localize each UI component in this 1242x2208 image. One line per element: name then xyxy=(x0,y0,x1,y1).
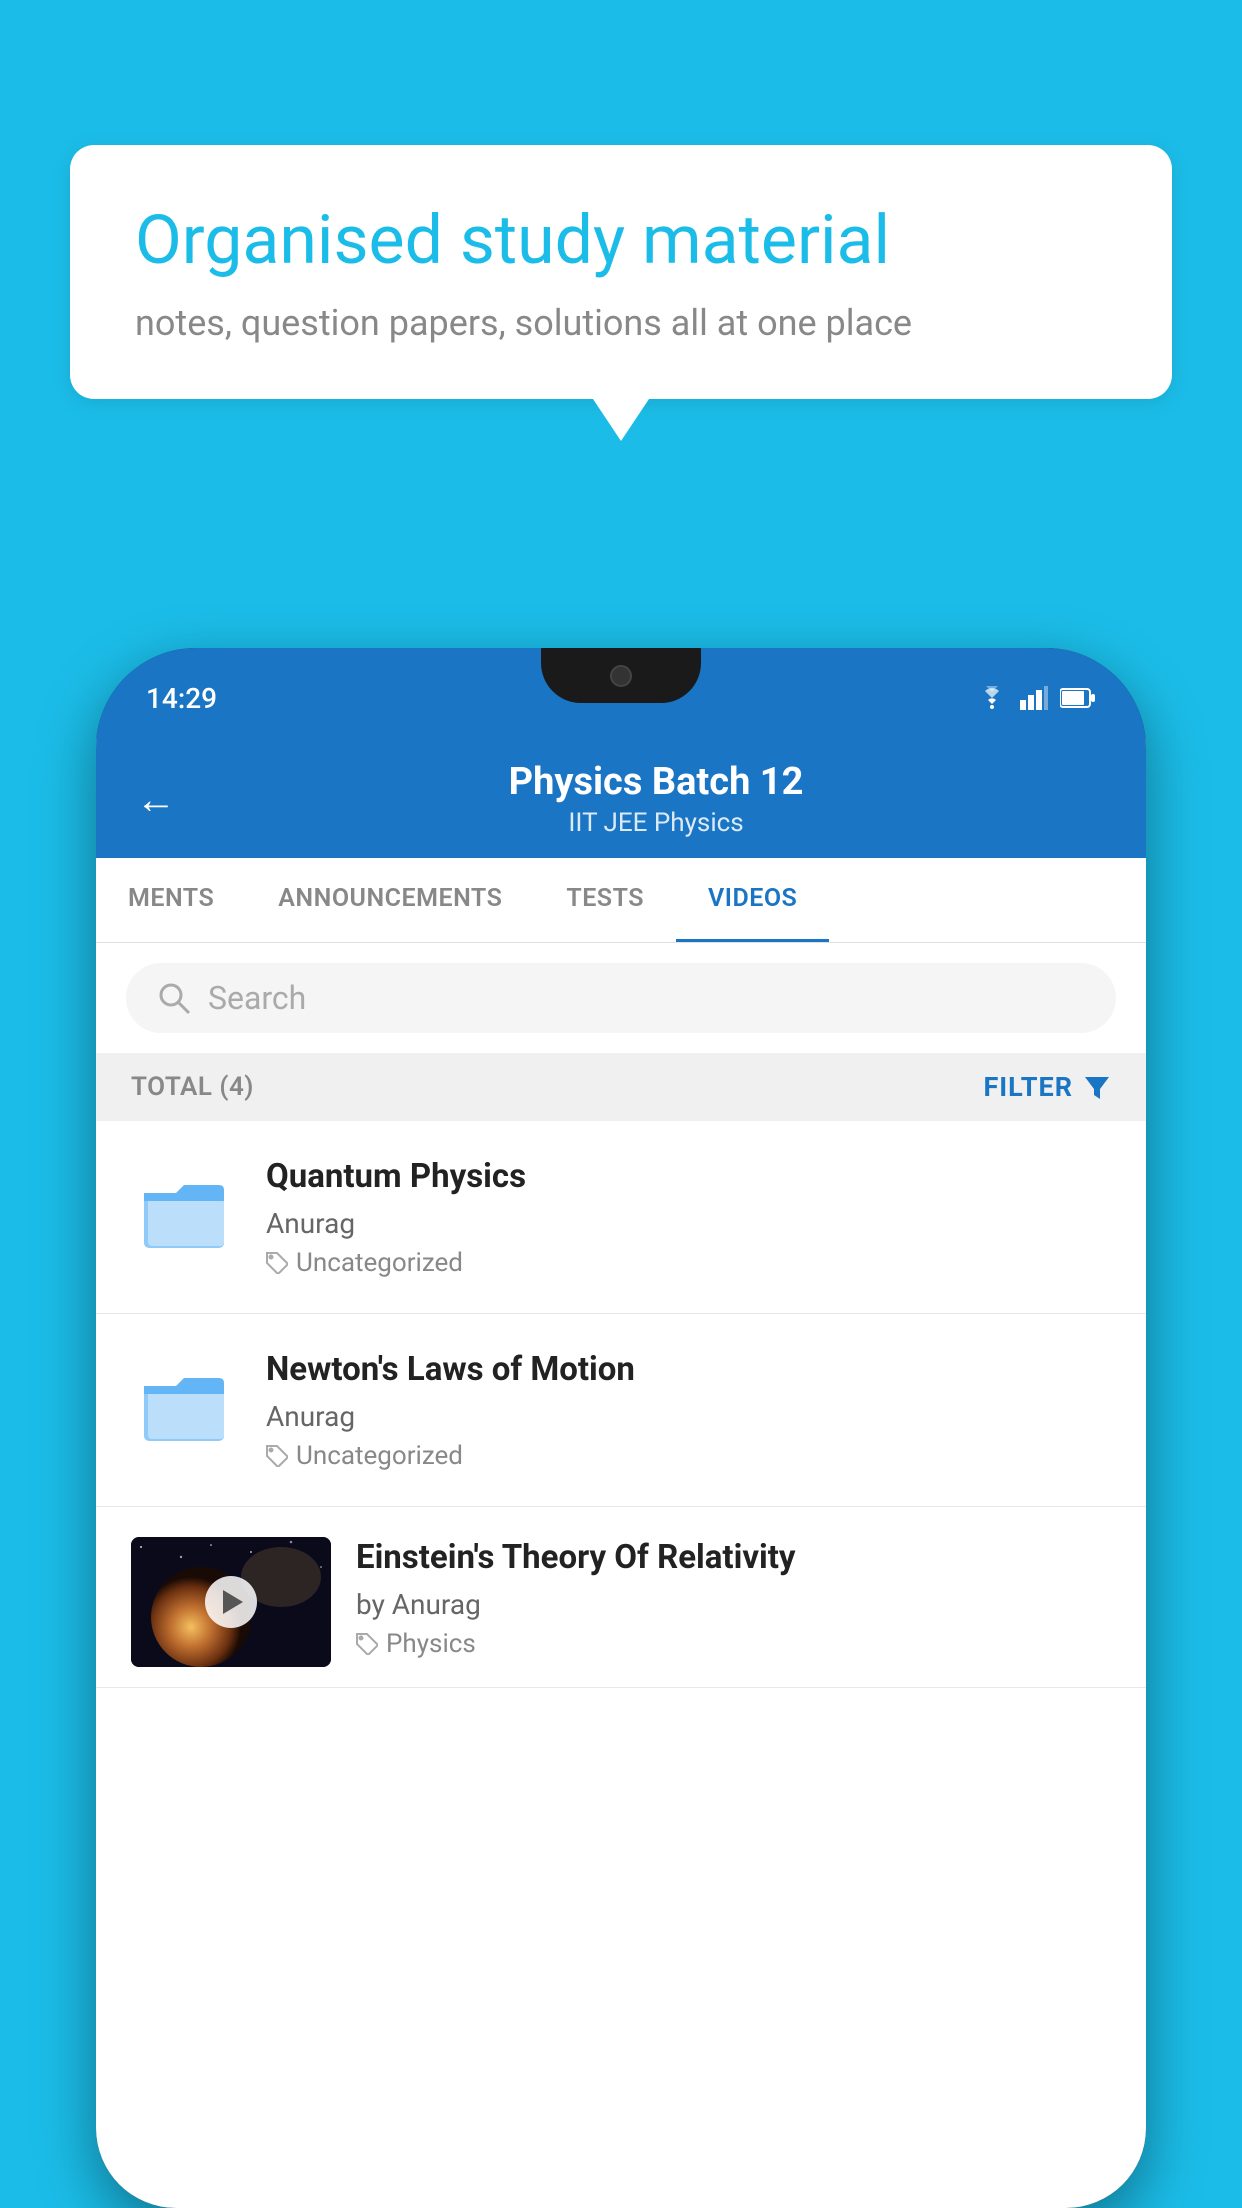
list-item[interactable]: Newton's Laws of Motion Anurag Uncategor… xyxy=(96,1314,1146,1507)
video-author: Anurag xyxy=(266,1400,1111,1433)
filter-button[interactable]: FILTER xyxy=(983,1071,1111,1103)
bubble-title: Organised study material xyxy=(135,200,1107,282)
video-title: Quantum Physics xyxy=(266,1156,1111,1199)
search-icon xyxy=(156,980,192,1016)
speech-bubble-container: Organised study material notes, question… xyxy=(70,145,1172,399)
item-thumbnail xyxy=(131,1156,241,1266)
total-count: TOTAL (4) xyxy=(131,1072,254,1102)
status-time: 14:29 xyxy=(146,682,217,715)
tag-text: Uncategorized xyxy=(296,1441,463,1471)
camera-dot xyxy=(610,665,632,687)
folder-icon xyxy=(144,1364,229,1444)
tabs-bar: MENTS ANNOUNCEMENTS TESTS VIDEOS xyxy=(96,858,1146,943)
video-title: Einstein's Theory Of Relativity xyxy=(356,1537,1111,1580)
header-title: Physics Batch 12 xyxy=(206,760,1106,804)
filter-label: FILTER xyxy=(983,1071,1073,1103)
status-bar: 14:29 xyxy=(96,648,1146,738)
item-thumbnail xyxy=(131,1349,241,1459)
video-title: Newton's Laws of Motion xyxy=(266,1349,1111,1392)
tag-icon xyxy=(356,1633,378,1655)
item-info: Newton's Laws of Motion Anurag Uncategor… xyxy=(266,1349,1111,1471)
list-item[interactable]: Quantum Physics Anurag Uncategorized xyxy=(96,1121,1146,1314)
filter-bar: TOTAL (4) FILTER xyxy=(96,1053,1146,1121)
tag-icon xyxy=(266,1445,288,1467)
item-info: Einstein's Theory Of Relativity by Anura… xyxy=(356,1537,1111,1659)
phone-screen: ← Physics Batch 12 IIT JEE Physics MENTS… xyxy=(96,738,1146,2208)
list-item[interactable]: Einstein's Theory Of Relativity by Anura… xyxy=(96,1507,1146,1688)
video-author: by Anurag xyxy=(356,1588,1111,1621)
tag-text: Physics xyxy=(386,1629,476,1659)
play-button-overlay xyxy=(131,1537,331,1667)
tag-icon xyxy=(266,1252,288,1274)
item-info: Quantum Physics Anurag Uncategorized xyxy=(266,1156,1111,1278)
speech-bubble: Organised study material notes, question… xyxy=(70,145,1172,399)
folder-icon xyxy=(144,1171,229,1251)
tag-text: Uncategorized xyxy=(296,1248,463,1278)
filter-icon xyxy=(1083,1073,1111,1101)
video-tag: Physics xyxy=(356,1629,1111,1659)
play-triangle-icon xyxy=(223,1590,243,1614)
search-bar[interactable]: Search xyxy=(126,963,1116,1033)
search-container: Search xyxy=(96,943,1146,1053)
header-title-area: Physics Batch 12 IIT JEE Physics xyxy=(206,760,1106,838)
phone-frame: 14:29 xyxy=(96,648,1146,2208)
tab-announcements[interactable]: ANNOUNCEMENTS xyxy=(246,858,534,942)
tab-tests[interactable]: TESTS xyxy=(534,858,676,942)
tab-videos[interactable]: VIDEOS xyxy=(676,858,829,942)
video-author: Anurag xyxy=(266,1207,1111,1240)
video-list: Quantum Physics Anurag Uncategorized xyxy=(96,1121,1146,1688)
battery-icon xyxy=(1060,687,1096,709)
search-placeholder: Search xyxy=(208,979,306,1017)
item-thumbnail xyxy=(131,1537,331,1667)
header-subtitle: IIT JEE Physics xyxy=(206,808,1106,838)
app-header: ← Physics Batch 12 IIT JEE Physics xyxy=(96,738,1146,858)
play-button[interactable] xyxy=(205,1576,257,1628)
status-icons xyxy=(976,686,1096,710)
wifi-icon xyxy=(976,686,1008,710)
notch xyxy=(541,648,701,703)
video-tag: Uncategorized xyxy=(266,1441,1111,1471)
back-button[interactable]: ← xyxy=(136,776,176,823)
bubble-subtitle: notes, question papers, solutions all at… xyxy=(135,302,1107,344)
tab-ments[interactable]: MENTS xyxy=(96,858,246,942)
signal-icon xyxy=(1020,686,1048,710)
video-tag: Uncategorized xyxy=(266,1248,1111,1278)
